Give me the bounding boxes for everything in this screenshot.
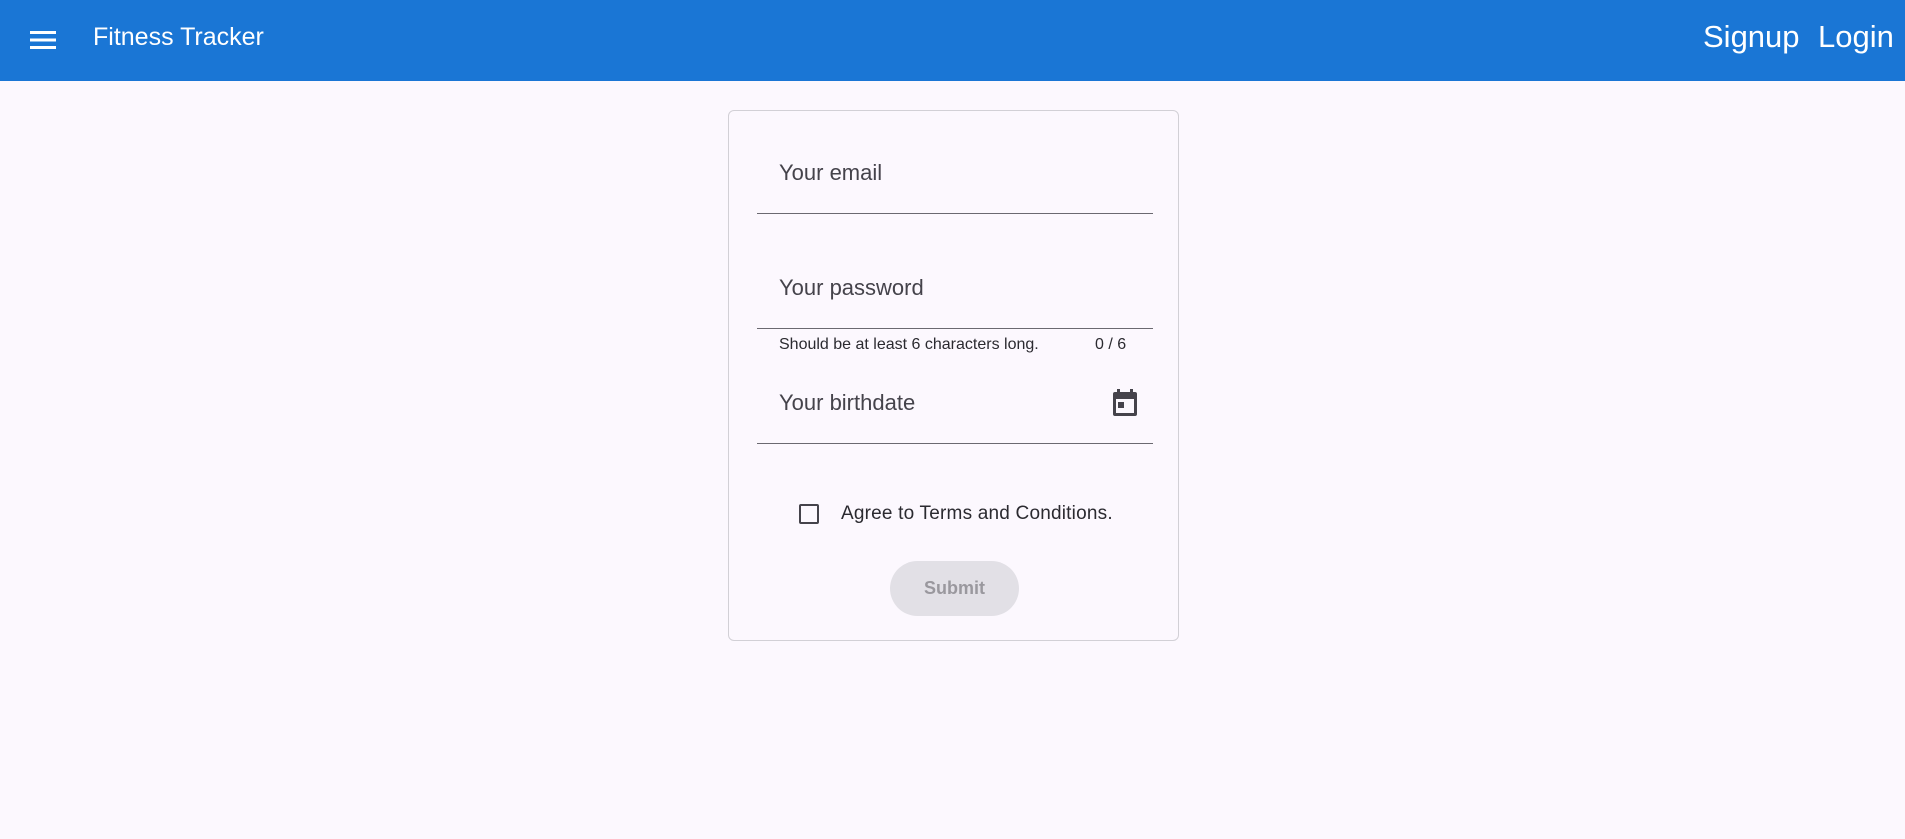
datepicker-toggle[interactable] [1108,386,1142,420]
app-title: Fitness Tracker [93,23,264,51]
submit-button[interactable]: Submit [890,561,1019,616]
password-counter: 0 / 6 [1095,336,1127,353]
menu-icon [30,31,56,49]
email-input[interactable] [757,132,1153,213]
birthdate-input[interactable] [757,362,1153,443]
password-input[interactable] [757,247,1153,328]
password-hint: Should be at least 6 characters long. [779,336,1039,353]
birthdate-field [757,362,1153,444]
email-field [757,132,1153,214]
terms-label[interactable]: Agree to Terms and Conditions. [841,503,1113,525]
menu-button[interactable] [23,20,63,60]
terms-checkbox[interactable] [799,504,819,524]
signup-card: Should be at least 6 characters long. 0 … [728,110,1179,641]
signup-link[interactable]: Signup [1703,18,1800,56]
login-link[interactable]: Login [1818,18,1894,56]
calendar-icon [1113,389,1137,416]
terms-row: Agree to Terms and Conditions. [799,497,1113,531]
app-toolbar: Fitness Tracker Signup Login [0,0,1905,81]
password-field [757,247,1153,329]
